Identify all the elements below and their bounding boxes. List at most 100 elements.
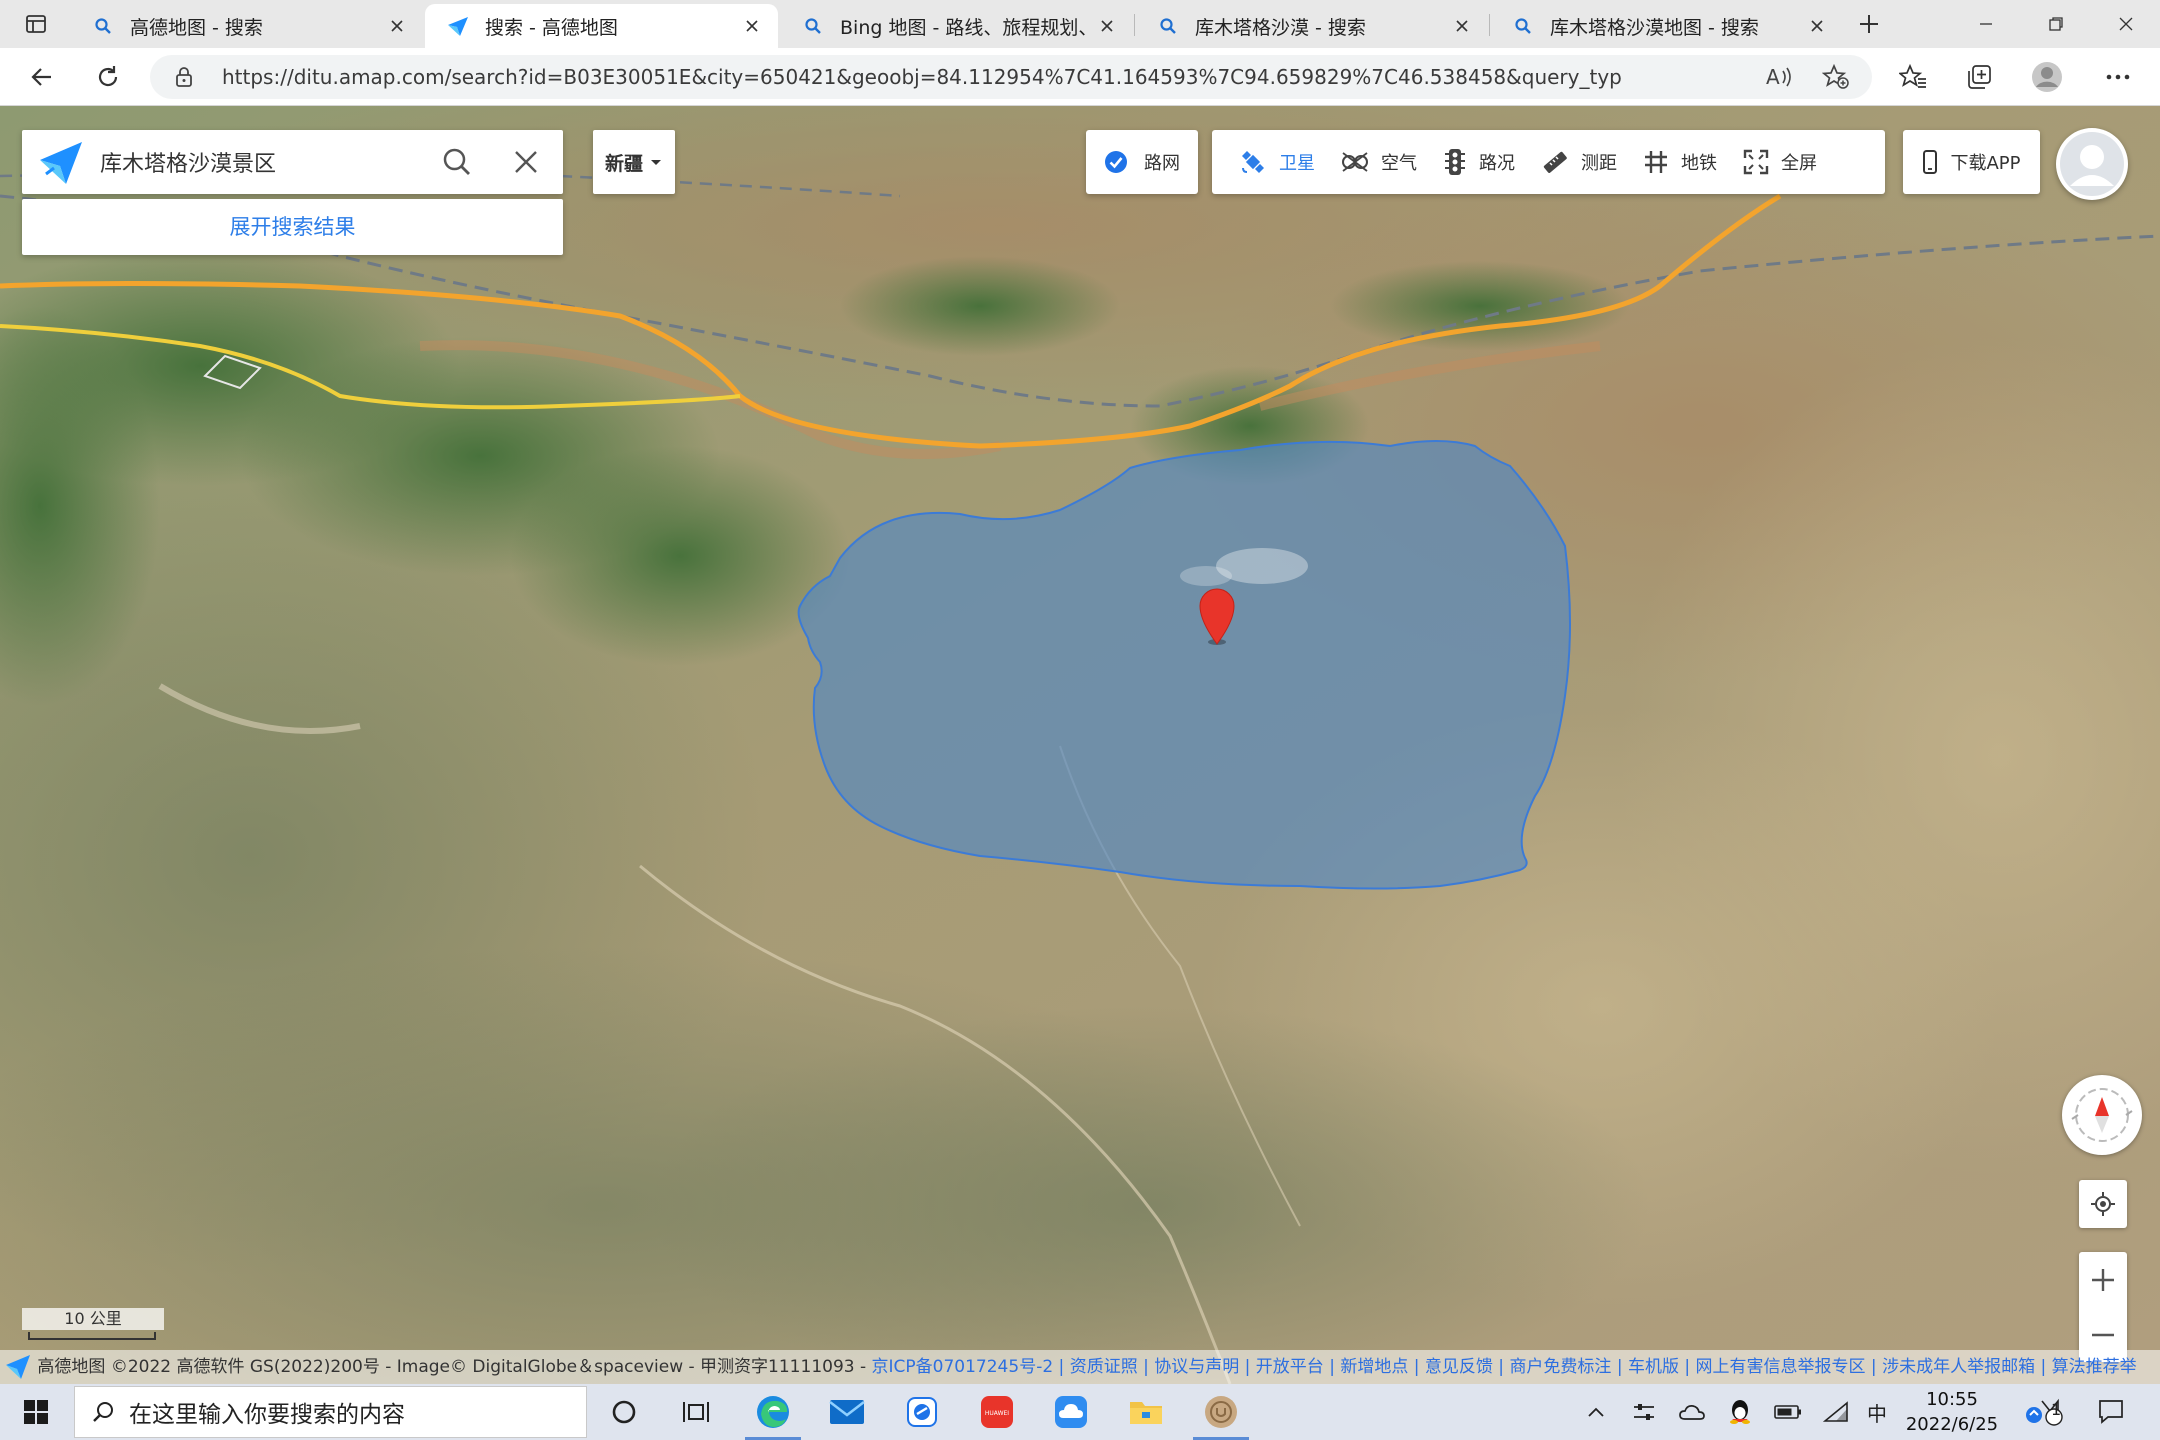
close-icon[interactable] xyxy=(740,14,764,38)
tool-traffic[interactable]: 路况 xyxy=(1430,130,1528,194)
taskbar-clock[interactable]: 10:55 2022/6/25 xyxy=(1892,1387,2012,1437)
car-version-link[interactable]: 车机版 xyxy=(1628,1357,1679,1377)
harmful-info-report-link[interactable]: 网上有害信息举报专区 xyxy=(1696,1357,1866,1377)
tool-label: 卫星 xyxy=(1279,153,1315,174)
task-view-button[interactable] xyxy=(660,1384,732,1440)
folder-icon xyxy=(1130,1402,1162,1424)
tray-onedrive[interactable] xyxy=(1674,1384,1710,1440)
download-app-button[interactable]: 下载APP xyxy=(1903,130,2040,194)
wifi-icon xyxy=(1823,1401,1848,1422)
minor-report-email-link[interactable]: 涉未成年人举报邮箱 xyxy=(1882,1357,2035,1377)
algorithm-recommendation-link[interactable]: 算法推荐举 xyxy=(2052,1357,2137,1377)
settings-menu-button[interactable] xyxy=(2096,57,2140,97)
taskbar-search-box[interactable]: 在这里输入你要搜索的内容 xyxy=(74,1386,587,1438)
onedrive-icon xyxy=(1679,1405,1705,1420)
tool-subway[interactable]: 地铁 xyxy=(1630,130,1730,194)
close-icon[interactable] xyxy=(385,14,409,38)
close-icon[interactable] xyxy=(1450,14,1474,38)
taskbar-edge[interactable] xyxy=(737,1384,809,1440)
download-app-label: 下载APP xyxy=(1950,153,2021,174)
map-view[interactable]: 展开搜索结果 新疆 路网 卫星 空气 路况 测距 地铁 全屏 xyxy=(0,106,2160,1384)
restore-button[interactable] xyxy=(2021,0,2091,48)
copyright-text: ©2022 高德软件 GS(2022)200号 - Image© Digital… xyxy=(110,1357,867,1377)
tray-qq[interactable] xyxy=(1722,1384,1758,1440)
roadnet-label: 路网 xyxy=(1144,153,1180,174)
favorites-button[interactable] xyxy=(1891,57,1935,97)
locate-me-button[interactable] xyxy=(2079,1180,2127,1228)
search-input[interactable] xyxy=(100,142,440,182)
minimize-button[interactable] xyxy=(1951,0,2021,48)
taskbar-mail[interactable] xyxy=(811,1384,883,1440)
close-window-button[interactable] xyxy=(2091,0,2160,48)
region-selector[interactable]: 新疆 xyxy=(593,130,675,194)
plus-icon xyxy=(1860,15,1878,33)
clear-search-icon[interactable] xyxy=(514,150,538,178)
tray-settings[interactable] xyxy=(1626,1384,1662,1440)
action-center-button[interactable] xyxy=(2090,1384,2132,1440)
tray-battery[interactable] xyxy=(1770,1384,1806,1440)
tab-actions-button[interactable] xyxy=(10,6,62,42)
start-button[interactable] xyxy=(0,1384,72,1440)
new-tab-button[interactable] xyxy=(1843,6,1895,42)
tab-4[interactable]: 库木塔格沙漠地图 - 搜索 xyxy=(1490,4,1843,48)
agreement-link[interactable]: 协议与声明 xyxy=(1154,1357,1239,1377)
profile-button[interactable] xyxy=(2025,57,2069,97)
search-box xyxy=(22,130,563,194)
tool-satellite[interactable]: 卫星 xyxy=(1226,130,1328,194)
compass-icon xyxy=(2071,1088,2133,1142)
url-text[interactable]: https://ditu.amap.com/search?id=B03E3005… xyxy=(222,55,1622,99)
taskbar-app-8[interactable] xyxy=(1185,1384,1257,1440)
taskbar-file-explorer[interactable] xyxy=(1110,1384,1182,1440)
tab-3[interactable]: 库木塔格沙漠 - 搜索 xyxy=(1135,4,1488,48)
cortana-icon xyxy=(612,1400,636,1424)
scenic-area-boundary[interactable] xyxy=(797,440,1571,890)
zoom-in-button[interactable] xyxy=(2079,1252,2127,1307)
tab-2[interactable]: Bing 地图 - 路线、旅程规划、交 xyxy=(780,4,1133,48)
close-icon[interactable] xyxy=(1805,14,1829,38)
notification-count: 1 xyxy=(2051,1400,2062,1419)
open-platform-link[interactable]: 开放平台 xyxy=(1256,1357,1324,1377)
tray-ime[interactable]: 中 xyxy=(1860,1384,1894,1440)
tray-wifi[interactable] xyxy=(1818,1384,1854,1440)
close-icon[interactable] xyxy=(1095,14,1119,38)
show-hidden-icons-button[interactable] xyxy=(1578,1384,1614,1440)
tool-ruler[interactable]: 测距 xyxy=(1528,130,1630,194)
qualification-link[interactable]: 资质证照 xyxy=(1070,1357,1138,1377)
compass-control[interactable] xyxy=(2062,1075,2142,1155)
taskbar-app-3[interactable] xyxy=(886,1384,958,1440)
tab-1[interactable]: 搜索 - 高德地图 xyxy=(425,4,778,48)
refresh-icon xyxy=(98,66,118,87)
tool-label: 路况 xyxy=(1479,153,1515,174)
tool-fullscreen[interactable]: 全屏 xyxy=(1730,130,1830,194)
search-icon[interactable] xyxy=(442,147,472,181)
address-bar[interactable]: https://ditu.amap.com/search?id=B03E3005… xyxy=(150,55,1872,99)
tool-label: 地铁 xyxy=(1681,153,1717,174)
add-place-link[interactable]: 新增地点 xyxy=(1340,1357,1408,1377)
taskbar-huawei-app[interactable]: HUAWEI xyxy=(961,1384,1033,1440)
ruler-icon xyxy=(1543,151,1567,173)
user-avatar[interactable] xyxy=(2056,128,2128,200)
map-scale: 10 公里 xyxy=(22,1306,164,1346)
read-aloud-icon[interactable]: A xyxy=(1766,65,1794,93)
taskbar-cloud-app[interactable] xyxy=(1035,1384,1107,1440)
mail-icon xyxy=(829,1400,865,1424)
tool-air[interactable]: 空气 xyxy=(1328,130,1430,194)
back-button[interactable] xyxy=(20,57,64,97)
tab-0[interactable]: 高德地图 - 搜索 xyxy=(70,4,423,48)
collections-button[interactable] xyxy=(1957,57,2001,97)
lock-icon[interactable] xyxy=(174,66,194,92)
roadnet-toggle[interactable]: 路网 xyxy=(1086,130,1198,194)
phone-icon xyxy=(1923,150,1938,174)
tray-notification-badge[interactable]: 1 xyxy=(2014,1384,2074,1440)
refresh-button[interactable] xyxy=(86,57,130,97)
add-favorite-icon[interactable] xyxy=(1821,63,1850,94)
feedback-link[interactable]: 意见反馈 xyxy=(1425,1357,1493,1377)
icp-link[interactable]: 京ICP备07017245号-2 xyxy=(872,1357,1054,1377)
task-view-icon xyxy=(683,1402,709,1422)
cortana-button[interactable] xyxy=(588,1384,660,1440)
merchant-label-link[interactable]: 商户免费标注 xyxy=(1509,1357,1611,1377)
expand-search-results-button[interactable]: 展开搜索结果 xyxy=(22,199,563,255)
map-toolbar: 卫星 空气 路况 测距 地铁 全屏 xyxy=(1212,130,1885,194)
profile-avatar-icon xyxy=(2032,62,2062,92)
edge-browser-icon xyxy=(757,1396,789,1428)
